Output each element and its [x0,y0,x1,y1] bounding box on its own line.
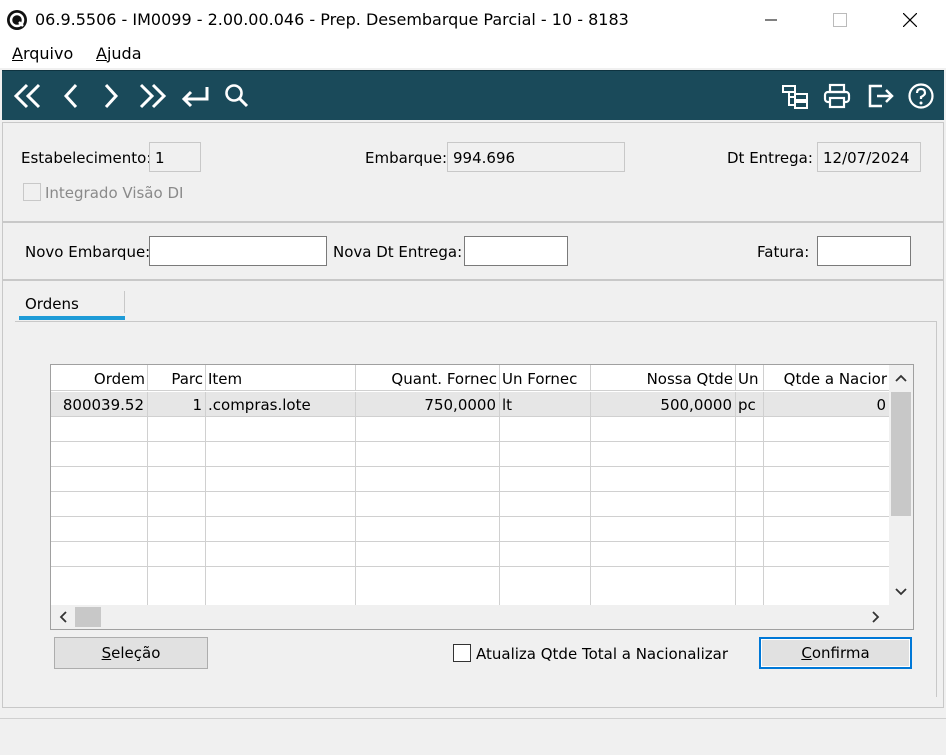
cell-quant-fornec: 750,0000 [356,392,500,417]
embarque-label: Embarque: [365,149,448,167]
tab-ordens[interactable]: Ordens [19,293,125,321]
confirma-button[interactable]: Confirma [759,637,912,669]
search-icon [225,84,249,108]
vertical-scroll-thumb[interactable] [891,392,911,516]
first-icon [13,83,41,109]
col-item[interactable]: Item [206,365,356,391]
estabelecimento-label: Estabelecimento: [21,149,152,167]
tab-active-indicator [19,316,125,320]
scroll-left-icon[interactable] [58,611,68,623]
menu-arquivo[interactable]: Arquivo [12,44,73,63]
col-parc[interactable]: Parc [148,365,206,391]
table-row[interactable] [51,467,889,492]
scroll-down-icon[interactable] [895,587,907,597]
cell-qtde-nacionalizar: 0 [876,396,886,414]
novo-embarque-label: Novo Embarque: [25,243,151,261]
embarque-field: 994.696 [447,142,625,172]
scroll-right-icon[interactable] [871,611,881,623]
maximize-button[interactable] [817,0,863,40]
col-qtde-nacionalizar[interactable]: Qtde a Nacior [764,365,889,391]
previous-icon [63,83,78,109]
next-icon [104,83,119,109]
minimize-button[interactable] [748,0,794,40]
params-panel: Novo Embarque: Nova Dt Entrega: Fatura: [2,222,944,280]
menu-ajuda[interactable]: Ajuda [96,44,142,63]
menu-bar: Arquivo Ajuda [0,40,946,68]
grid-header: Ordem Parc Item Quant. Fornec Un Fornec … [51,365,889,391]
table-row[interactable] [51,442,889,467]
scroll-corner [889,605,913,629]
col-quant-fornec[interactable]: Quant. Fornec [356,365,500,391]
cell-un: pc [736,392,764,417]
tab-ordens-label: Ordens [25,295,79,313]
cell-un-fornec: lt [500,392,591,417]
structure-button[interactable] [778,79,812,113]
last-record-button[interactable] [136,79,170,113]
cell-item: .compras.lote [206,392,356,417]
title-bar: 06.9.5506 - IM0099 - 2.00.00.046 - Prep.… [0,0,946,40]
first-record-button[interactable] [10,79,44,113]
window-title: 06.9.5506 - IM0099 - 2.00.00.046 - Prep.… [35,10,629,29]
orders-grid[interactable]: Ordem Parc Item Quant. Fornec Un Fornec … [50,364,914,630]
status-bar [0,718,946,755]
print-icon [823,83,851,109]
maximize-icon [833,13,847,27]
dt-entrega-field: 12/07/2024 [817,142,921,172]
search-button[interactable] [220,79,254,113]
header-panel: Estabelecimento: 1 Embarque: 994.696 Dt … [2,122,944,222]
col-un-fornec[interactable]: Un Fornec [500,365,591,391]
horizontal-scrollbar[interactable] [51,605,889,629]
toolbar [2,70,944,120]
exit-button[interactable] [864,79,898,113]
structure-icon [782,85,808,109]
close-button[interactable] [887,0,933,40]
table-row[interactable] [51,542,889,567]
goto-icon [181,87,209,108]
help-button[interactable] [904,79,938,113]
selecao-button[interactable]: Seleção [54,637,208,669]
minimize-icon [765,19,777,21]
atualiza-qtde-label: Atualiza Qtde Total a Nacionalizar [476,645,728,663]
print-button[interactable] [820,79,854,113]
vertical-scrollbar[interactable] [889,365,913,605]
table-row[interactable] [51,517,889,542]
exit-icon [868,84,894,108]
nova-dt-entrega-label: Nova Dt Entrega: [333,243,463,261]
table-row[interactable] [51,567,889,605]
cell-ordem: 800039.52 [51,392,148,417]
col-ordem[interactable]: Ordem [51,365,148,391]
dt-entrega-label: Dt Entrega: [727,149,813,167]
scroll-up-icon[interactable] [895,373,907,383]
integrado-label: Integrado Visão DI [45,184,184,202]
tab-separator [124,291,125,313]
col-nossa-qtde[interactable]: Nossa Qtde [591,365,736,391]
col-un[interactable]: Un [736,365,764,391]
app-logo-icon [7,10,27,30]
next-record-button[interactable] [94,79,128,113]
fatura-label: Fatura: [757,243,810,261]
help-icon [908,83,934,109]
integrado-checkbox[interactable] [23,183,41,201]
last-icon [139,83,167,109]
goto-button[interactable] [178,79,212,113]
table-row[interactable]: 800039.52 1 .compras.lote 750,0000 lt 50… [51,392,889,417]
atualiza-qtde-checkbox[interactable] [453,644,471,662]
fatura-input[interactable] [817,236,911,266]
previous-record-button[interactable] [54,79,88,113]
table-row[interactable] [51,417,889,442]
novo-embarque-input[interactable] [149,236,327,266]
horizontal-scroll-thumb[interactable] [75,607,101,627]
nova-dt-entrega-input[interactable] [464,236,568,266]
cell-nossa-qtde: 500,0000 [591,392,736,417]
table-row[interactable] [51,492,889,517]
cell-parc: 1 [148,392,206,417]
estabelecimento-field: 1 [149,142,201,172]
close-icon [903,13,917,27]
